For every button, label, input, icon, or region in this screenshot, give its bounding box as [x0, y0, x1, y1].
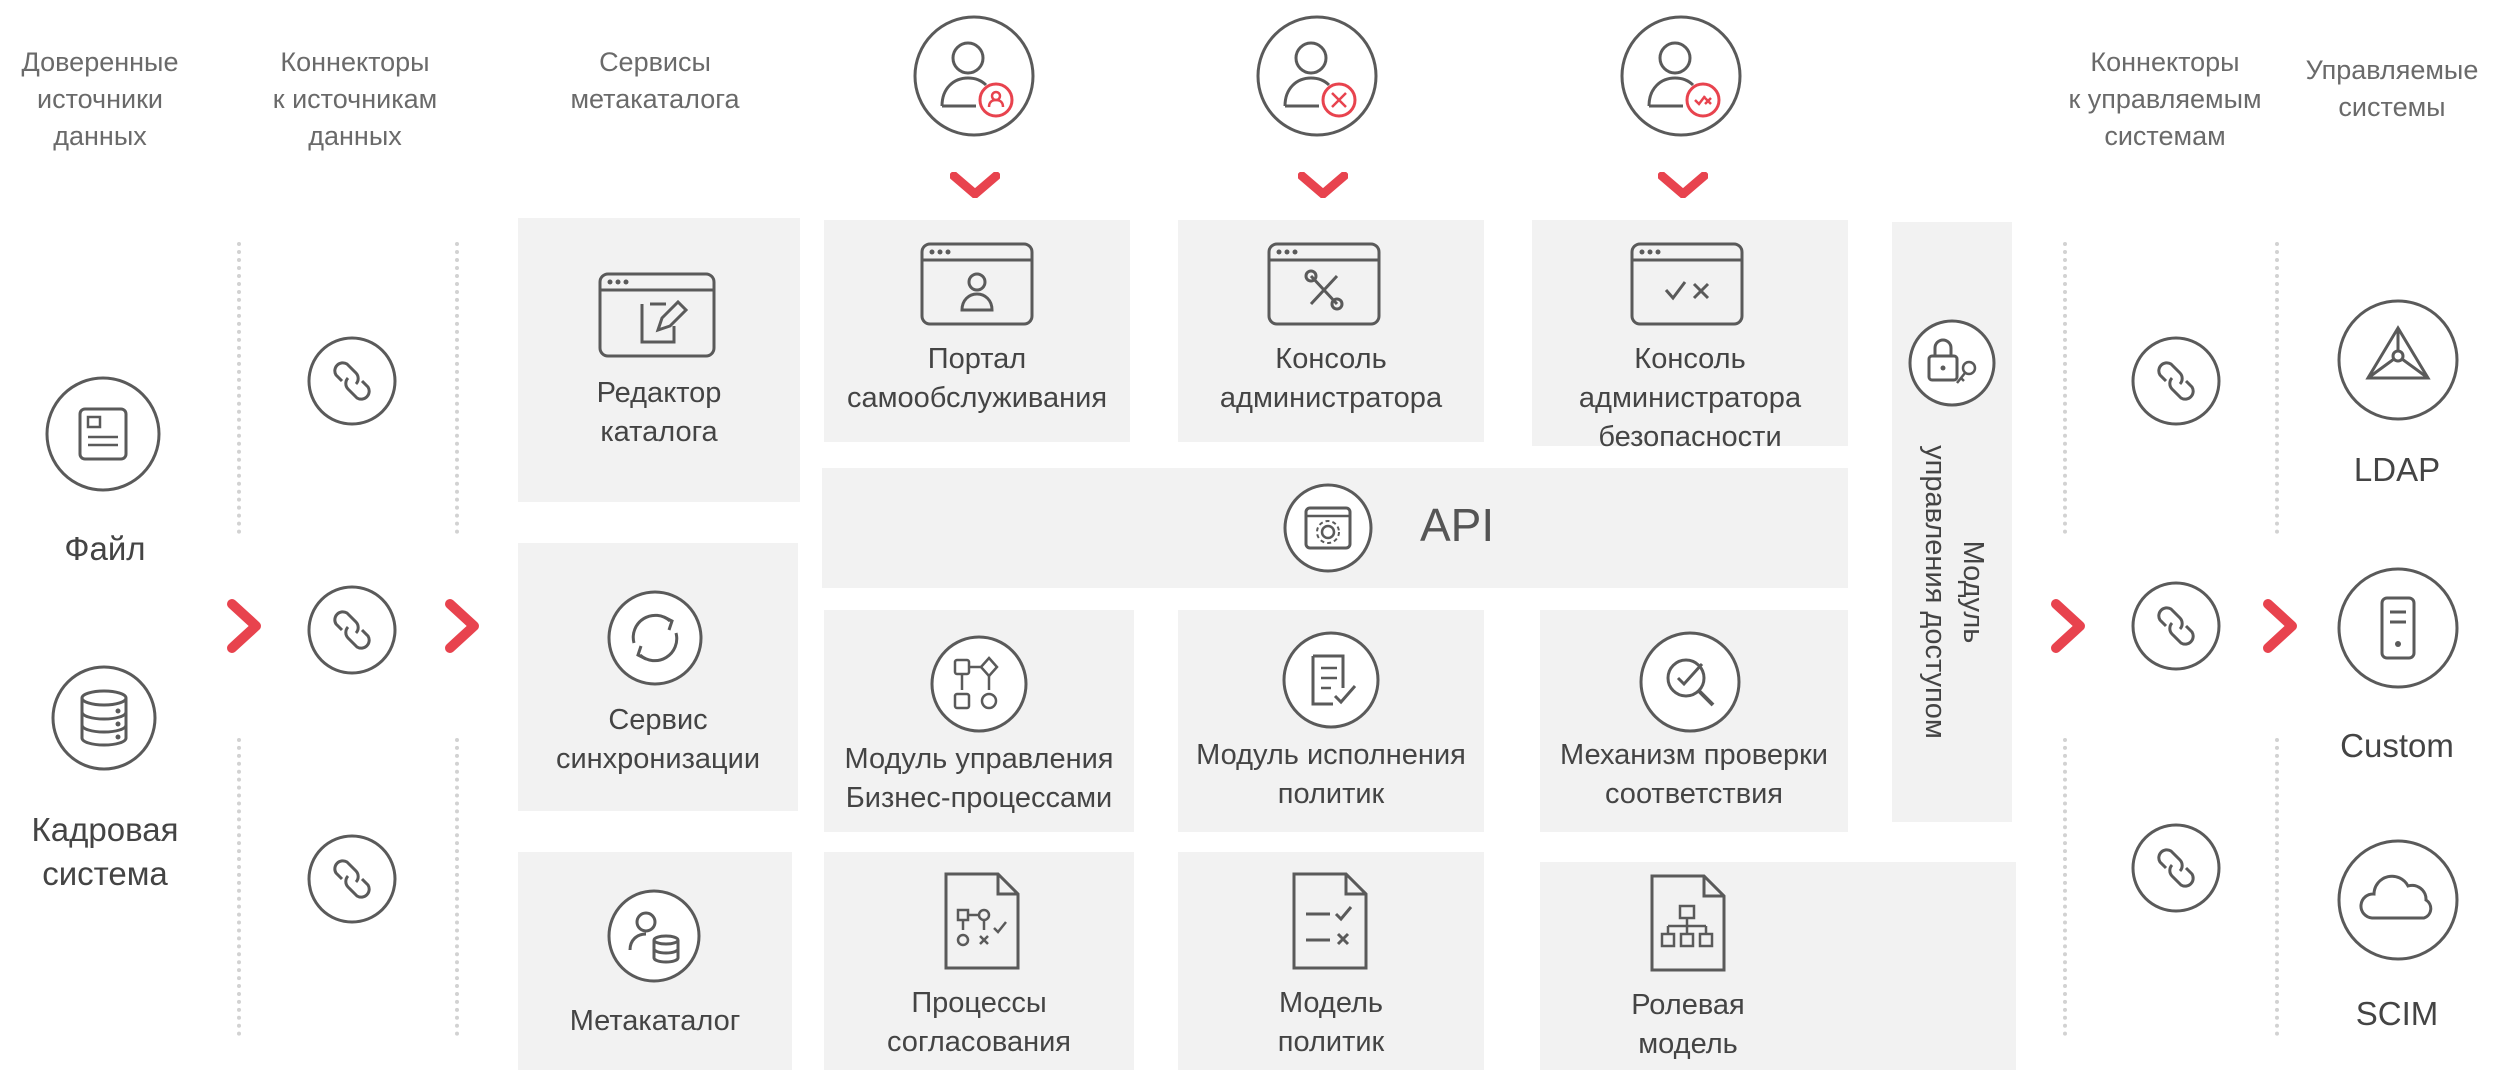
role-model-box: Ролевая модель — [1540, 862, 2016, 1070]
chevron-right-icon — [226, 598, 262, 654]
chevron-down-icon — [1658, 172, 1708, 198]
chevron-down-icon — [1298, 172, 1348, 198]
admin-user-icon — [1255, 14, 1379, 138]
file-icon — [44, 375, 162, 493]
link-icon — [2130, 822, 2222, 914]
document-check-icon — [1281, 630, 1381, 730]
header-trusted-sources: Доверенные источники данных — [21, 47, 179, 151]
chevron-right-icon — [444, 598, 480, 654]
access-module-label: Модуль управления доступом — [1919, 445, 1989, 739]
divider — [2275, 242, 2279, 534]
catalog-editor-label: Редактор каталога — [596, 377, 722, 448]
catalog-editor-box: Редактор каталога — [518, 218, 800, 502]
role-model-label: Ролевая модель — [1631, 989, 1745, 1060]
api-label: API — [1420, 499, 1495, 551]
divider — [237, 738, 241, 1036]
header-target-connectors: Коннекторы к управляемым системам — [2068, 47, 2262, 151]
api-settings-icon — [1282, 482, 1374, 574]
scim-label: SCIM — [2355, 995, 2439, 1032]
admin-window-icon — [1267, 242, 1381, 326]
database-icon — [50, 664, 158, 772]
editor-window-icon — [598, 272, 716, 358]
header-source-connectors: Коннекторы к источникам данных — [272, 47, 438, 151]
link-icon — [306, 335, 398, 427]
divider — [2063, 242, 2067, 534]
divider — [237, 242, 241, 534]
metacatalog-box: Метакаталог — [518, 852, 792, 1070]
magnifier-check-icon — [1638, 630, 1742, 734]
link-icon — [2130, 335, 2222, 427]
approval-processes-label: Процессы согласования — [886, 987, 1072, 1058]
header-managed-systems: Управляемые системы — [2305, 55, 2479, 122]
ldap-label: LDAP — [2353, 451, 2441, 488]
sync-service-box: Сервис синхронизации — [518, 543, 798, 811]
sync-service-label: Сервис синхронизации — [555, 704, 761, 775]
policy-exec-box: Модуль исполнения политик — [1178, 610, 1484, 832]
ldap-icon — [2336, 298, 2460, 422]
metacatalog-label: Метакаталог — [569, 1005, 741, 1037]
divider — [455, 738, 459, 1036]
process-flow-icon — [929, 634, 1029, 734]
policy-exec-label: Модуль исполнения политик — [1196, 739, 1466, 810]
self-service-user-icon — [912, 14, 1036, 138]
chevron-down-icon — [950, 172, 1000, 198]
header-metacatalog-services: Сервисы метакаталога — [570, 47, 740, 114]
bpm-module-box: Модуль управления Бизнес-процессами — [824, 610, 1134, 832]
document-hierarchy-icon — [1648, 872, 1728, 974]
link-icon — [306, 584, 398, 676]
access-module-box: Модуль управления доступом — [1892, 222, 2012, 822]
compliance-box: Механизм проверки соответствия — [1540, 610, 1848, 832]
link-icon — [2130, 580, 2222, 672]
security-admin-user-icon — [1619, 14, 1743, 138]
source-hr-label: Кадровая система — [31, 811, 179, 892]
chevron-right-icon — [2050, 598, 2086, 654]
server-icon — [2336, 566, 2460, 690]
admin-console-box: Консоль администратора — [1178, 220, 1484, 442]
sync-icon — [606, 589, 704, 687]
bpm-module-label: Модуль управления Бизнес-процессами — [844, 743, 1114, 814]
api-box: API — [822, 468, 1848, 588]
custom-label: Custom — [2340, 727, 2454, 764]
policy-model-box: Модель политик — [1178, 852, 1484, 1070]
cloud-icon — [2336, 838, 2460, 962]
divider — [2063, 738, 2067, 1036]
source-file-label: Файл — [64, 530, 146, 567]
link-icon — [306, 833, 398, 925]
security-window-icon — [1630, 242, 1744, 326]
security-console-label: Консоль администратора безопасности — [1578, 343, 1802, 453]
approval-processes-box: Процессы согласования — [824, 852, 1134, 1070]
self-service-portal-box: Портал самообслуживания — [824, 220, 1130, 442]
chevron-right-icon — [2262, 598, 2298, 654]
admin-console-label: Консоль администратора — [1219, 343, 1443, 414]
document-flow-icon — [942, 870, 1022, 972]
self-service-portal-label: Портал самообслуживания — [846, 343, 1108, 414]
compliance-label: Механизм проверки соответствия — [1560, 739, 1828, 810]
user-database-icon — [606, 888, 702, 984]
document-rules-icon — [1290, 870, 1370, 972]
security-console-box: Консоль администратора безопасности — [1532, 220, 1848, 453]
divider — [2275, 738, 2279, 1036]
portal-window-icon — [920, 242, 1034, 326]
policy-model-label: Модель политик — [1277, 987, 1385, 1058]
divider — [455, 242, 459, 534]
lock-key-icon — [1907, 318, 1997, 408]
